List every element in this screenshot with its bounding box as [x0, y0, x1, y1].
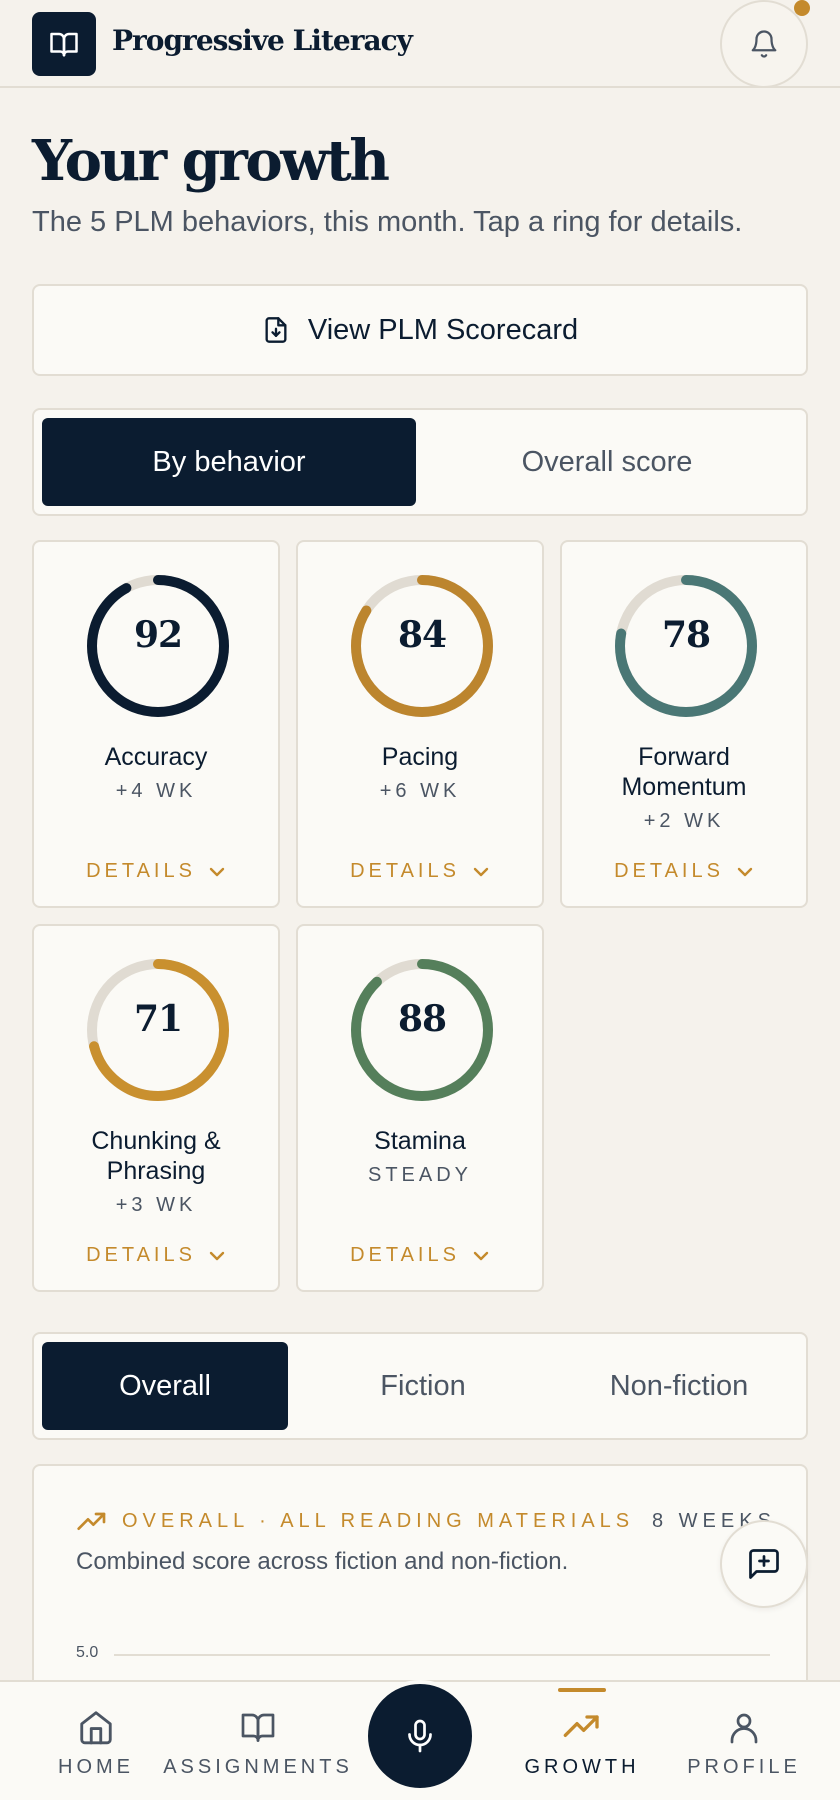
- behavior-card-chunking-phrasing[interactable]: 71 Chunking & Phrasing +3 WK DETAILS: [32, 924, 280, 1292]
- home-icon: [80, 1710, 112, 1744]
- behavior-trend: +2 WK: [643, 810, 725, 832]
- book-open-icon: [50, 32, 78, 57]
- view-toggle: By behavior Overall score: [32, 408, 808, 516]
- notifications-button[interactable]: [720, 0, 808, 88]
- chevron-down-icon: [473, 1251, 489, 1260]
- file-download-icon: [265, 317, 287, 343]
- details-label: DETAILS: [350, 1244, 460, 1266]
- nav-label-home: HOME: [58, 1755, 134, 1778]
- app-header: Progressive Literacy: [0, 0, 840, 88]
- details-toggle[interactable]: DETAILS: [562, 860, 806, 883]
- behavior-name: Accuracy: [104, 743, 208, 771]
- behavior-trend: +6 WK: [379, 780, 461, 802]
- chevron-down-icon: [209, 867, 225, 876]
- score-value: 71: [133, 998, 183, 1040]
- brand-name: Progressive Literacy: [112, 24, 413, 57]
- record-reading-button[interactable]: [364, 1680, 476, 1792]
- tab-overall[interactable]: Overall: [42, 1342, 288, 1430]
- microphone-icon: [408, 1719, 432, 1753]
- nav-label-growth: GROWTH: [524, 1755, 640, 1778]
- chart-eyebrow: OVERALL · ALL READING MATERIALS: [76, 1510, 634, 1533]
- behavior-trend: STEADY: [367, 1164, 473, 1186]
- bell-icon: [751, 30, 777, 58]
- behavior-card-stamina[interactable]: 88 Stamina STEADY DETAILS: [296, 924, 544, 1292]
- tab-fiction[interactable]: Fiction: [300, 1342, 546, 1430]
- y-tick-label: 5.0: [76, 1644, 99, 1661]
- behavior-card-pacing[interactable]: 84 Pacing +6 WK DETAILS: [296, 540, 544, 908]
- nav-item-assignments[interactable]: ASSIGNMENTS: [163, 1682, 349, 1800]
- tab-non-fiction[interactable]: Non-fiction: [556, 1342, 802, 1430]
- behavior-card-accuracy[interactable]: 92 Accuracy +4 WK DETAILS: [32, 540, 280, 908]
- behavior-name: Stamina: [374, 1127, 466, 1155]
- trending-up-icon: [563, 1714, 599, 1737]
- chart-description: Combined score across fiction and non-fi…: [76, 1548, 569, 1575]
- chevron-down-icon: [209, 1251, 225, 1260]
- tab-by-behavior[interactable]: By behavior: [42, 418, 416, 506]
- tab-overall-score[interactable]: Overall score: [416, 418, 798, 506]
- chevron-down-icon: [473, 867, 489, 876]
- nav-label-assignments: ASSIGNMENTS: [163, 1755, 353, 1778]
- score-value: 92: [133, 614, 183, 656]
- nav-item-growth[interactable]: GROWTH: [516, 1682, 648, 1800]
- material-toggle: Overall Fiction Non-fiction: [32, 1332, 808, 1440]
- score-value: 78: [661, 614, 711, 656]
- feedback-button[interactable]: [720, 1520, 808, 1608]
- details-toggle[interactable]: DETAILS: [298, 860, 542, 883]
- user-icon: [730, 1713, 758, 1743]
- nav-item-profile[interactable]: PROFILE: [680, 1682, 808, 1800]
- view-scorecard-label: View PLM Scorecard: [307, 313, 579, 346]
- behavior-name: Forward Momentum: [621, 743, 747, 801]
- details-label: DETAILS: [614, 860, 724, 882]
- score-value: 88: [397, 998, 447, 1040]
- details-label: DETAILS: [350, 860, 460, 882]
- trending-up-icon: [77, 1512, 106, 1530]
- details-toggle[interactable]: DETAILS: [298, 1244, 542, 1267]
- message-plus-icon: [749, 1549, 779, 1579]
- view-scorecard-button[interactable]: View PLM Scorecard: [32, 284, 808, 376]
- chart-gridline: [114, 1654, 770, 1656]
- logo[interactable]: [32, 12, 96, 76]
- details-label: DETAILS: [86, 860, 196, 882]
- details-toggle[interactable]: DETAILS: [34, 860, 278, 883]
- notification-badge: [794, 0, 810, 16]
- details-toggle[interactable]: DETAILS: [34, 1244, 278, 1267]
- book-open-icon: [241, 1713, 275, 1742]
- behavior-trend: +4 WK: [115, 780, 197, 802]
- nav-item-home[interactable]: HOME: [36, 1682, 156, 1800]
- chevron-down-icon: [737, 867, 753, 876]
- behavior-card-forward-momentum[interactable]: 78 Forward Momentum +2 WK DETAILS: [560, 540, 808, 908]
- score-value: 84: [397, 614, 447, 656]
- page-subtitle: The 5 PLM behaviors, this month. Tap a r…: [32, 206, 743, 238]
- behavior-name: Chunking & Phrasing: [91, 1127, 221, 1185]
- behavior-name: Pacing: [381, 743, 459, 771]
- page-title: Your growth: [32, 128, 390, 194]
- nav-label-profile: PROFILE: [687, 1755, 801, 1778]
- chart-eyebrow-label: OVERALL · ALL READING MATERIALS: [122, 1510, 635, 1532]
- details-label: DETAILS: [86, 1244, 196, 1266]
- behavior-trend: +3 WK: [115, 1194, 197, 1216]
